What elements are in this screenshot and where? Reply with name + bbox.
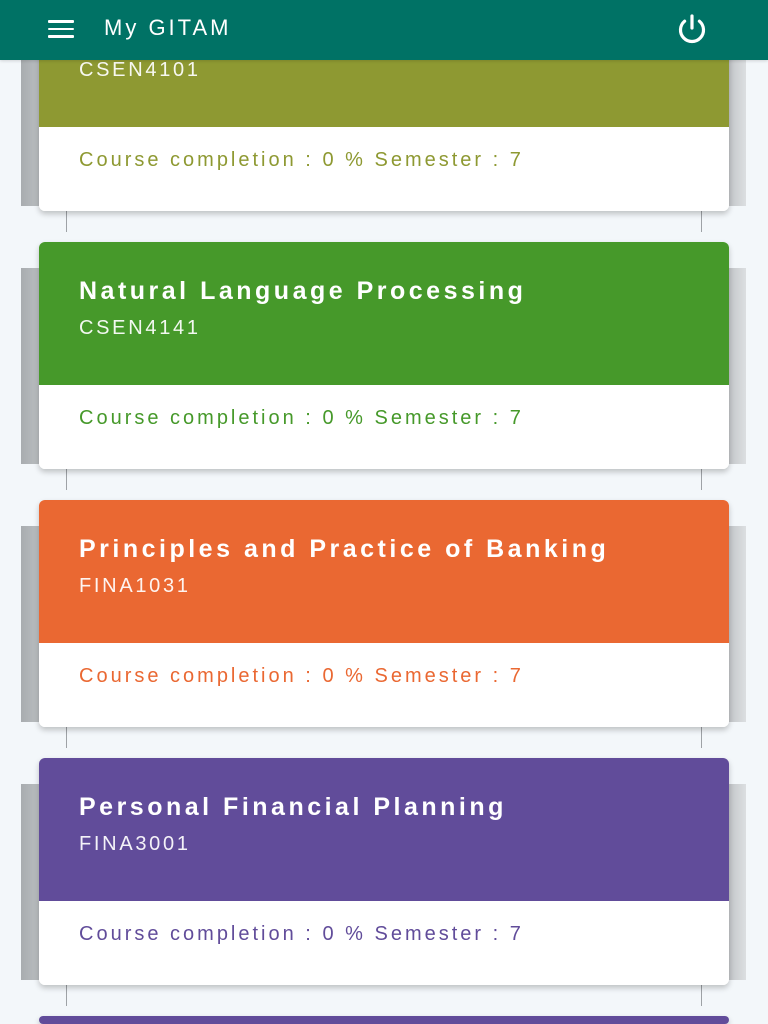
course-card-header: Principles and Practice of Banking FINA10…	[39, 500, 729, 643]
course-card[interactable]	[39, 1016, 729, 1024]
logout-button[interactable]	[674, 11, 710, 47]
course-card-item: Natural Language Processing CSEN4141 Cours…	[0, 242, 768, 490]
completion-value: 0	[322, 407, 337, 429]
course-card[interactable]: Natural Language Processing CSEN4141 Cours…	[39, 242, 729, 469]
semester-value: 7	[509, 665, 524, 687]
percent-sign: %	[345, 665, 366, 687]
course-title: Personal Financial Planning	[79, 793, 507, 821]
semester-label: Semester :	[374, 665, 502, 687]
completion-label: Course completion :	[79, 665, 314, 687]
semester-value: 7	[509, 407, 524, 429]
course-card-header: Personal Financial Planning FINA3001	[39, 758, 729, 901]
course-title: Principles and Practice of Banking	[79, 535, 610, 563]
course-card-footer: Course completion : 0 % Semester : 7	[39, 385, 729, 469]
course-code: CSEN4101	[79, 59, 201, 81]
course-code: CSEN4141	[79, 317, 201, 339]
course-card[interactable]: Personal Financial Planning FINA3001 Cours…	[39, 758, 729, 985]
completion-value: 0	[322, 923, 337, 945]
hamburger-menu-icon	[48, 20, 74, 38]
semester-label: Semester :	[374, 923, 502, 945]
course-card-header: Natural Language Processing CSEN4141	[39, 242, 729, 385]
course-card[interactable]: Principles and Practice of Banking FINA10…	[39, 500, 729, 727]
app-bar: My GITAM	[0, 0, 768, 60]
course-card-list: CSEN4101 Course completion : 0 % Semester…	[0, 0, 768, 1024]
semester-label: Semester :	[374, 149, 502, 171]
course-card-item	[0, 1016, 768, 1024]
course-card-footer: Course completion : 0 % Semester : 7	[39, 127, 729, 211]
semester-value: 7	[509, 149, 524, 171]
menu-button[interactable]	[40, 14, 82, 46]
course-progress-text: Course completion : 0 % Semester : 7	[79, 664, 729, 688]
course-progress-text: Course completion : 0 % Semester : 7	[79, 922, 729, 946]
completion-value: 0	[322, 149, 337, 171]
semester-label: Semester :	[374, 407, 502, 429]
course-card-item: Principles and Practice of Banking FINA10…	[0, 500, 768, 748]
course-progress-text: Course completion : 0 % Semester : 7	[79, 148, 729, 172]
power-icon	[678, 14, 706, 44]
course-card-footer: Course completion : 0 % Semester : 7	[39, 901, 729, 985]
percent-sign: %	[345, 149, 366, 171]
course-code: FINA1031	[79, 575, 191, 597]
completion-label: Course completion :	[79, 923, 314, 945]
app-screen: My GITAM CSEN4101 Course completion : 0 %…	[0, 0, 768, 1024]
course-code: FINA3001	[79, 833, 191, 855]
app-title: My GITAM	[104, 15, 232, 40]
percent-sign: %	[345, 407, 366, 429]
course-card-footer: Course completion : 0 % Semester : 7	[39, 643, 729, 727]
completion-value: 0	[322, 665, 337, 687]
percent-sign: %	[345, 923, 366, 945]
course-progress-text: Course completion : 0 % Semester : 7	[79, 406, 729, 430]
course-title: Natural Language Processing	[79, 277, 527, 305]
course-list-scroll-area[interactable]: CSEN4101 Course completion : 0 % Semester…	[0, 0, 768, 1024]
course-card-header	[39, 1016, 729, 1024]
course-card-item: Personal Financial Planning FINA3001 Cours…	[0, 758, 768, 1006]
completion-label: Course completion :	[79, 407, 314, 429]
semester-value: 7	[509, 923, 524, 945]
completion-label: Course completion :	[79, 149, 314, 171]
